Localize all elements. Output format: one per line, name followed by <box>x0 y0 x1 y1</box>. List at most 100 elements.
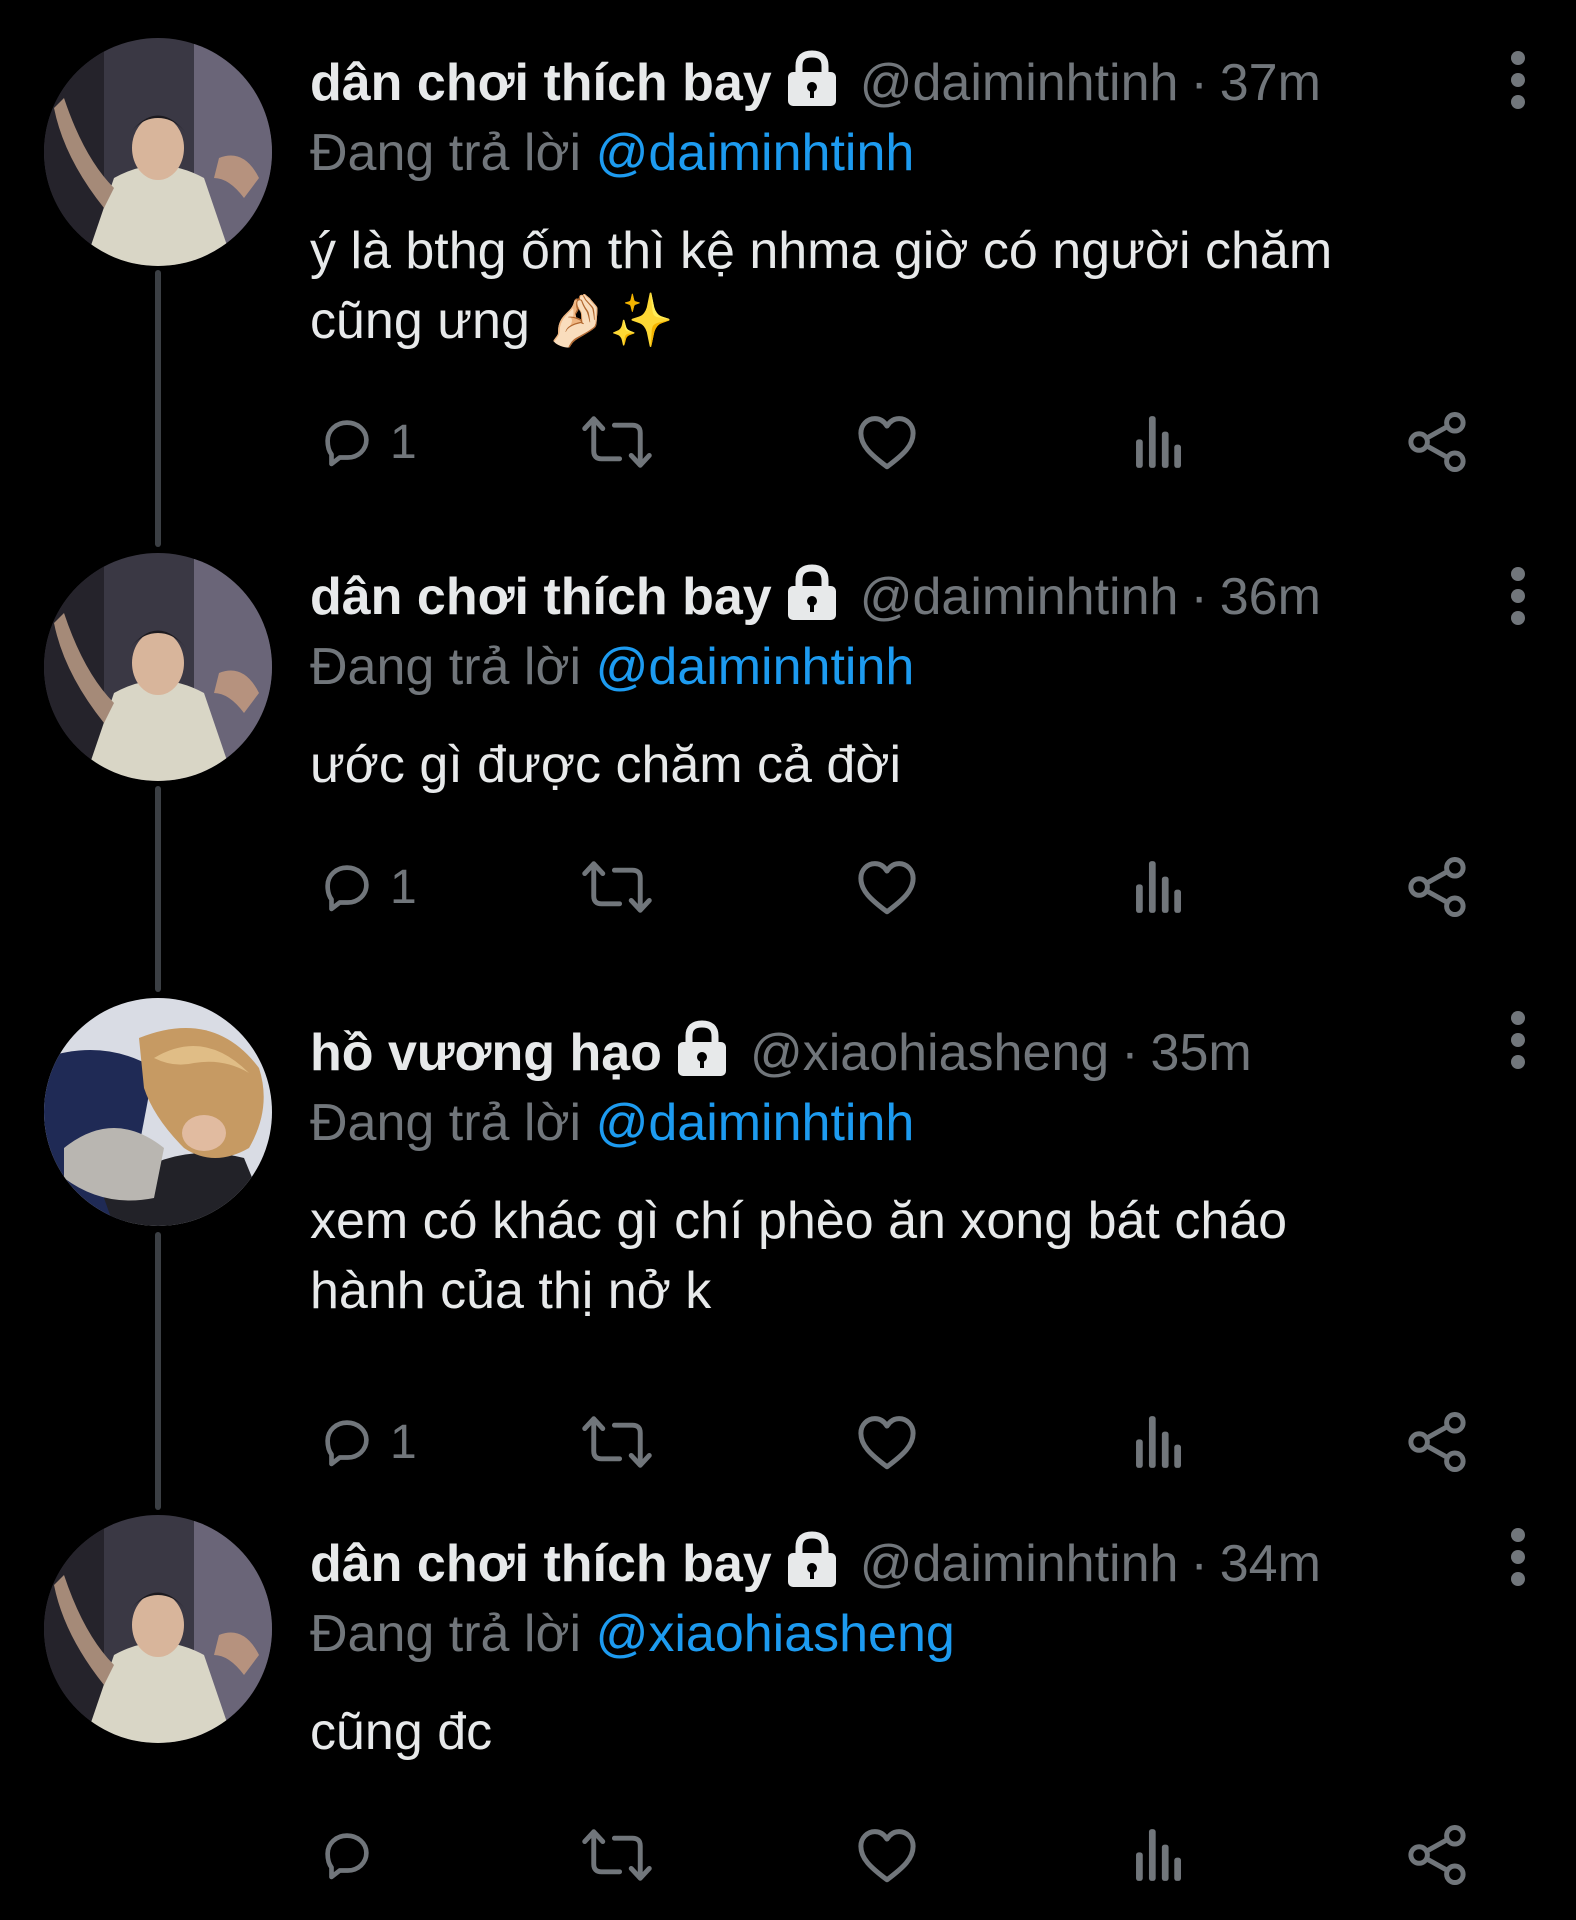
reply-context: Đang trả lời @daiminhtinh <box>310 632 1516 702</box>
reply-count: 1 <box>390 1415 417 1469</box>
views-button[interactable] <box>1132 1815 1184 1895</box>
separator: · <box>1190 568 1208 626</box>
lock-icon <box>782 1531 842 1589</box>
avatar-image <box>44 998 272 1226</box>
retweet-icon <box>582 1829 652 1881</box>
separator: · <box>1121 1024 1139 1082</box>
views-button[interactable] <box>1132 1402 1184 1482</box>
share-icon <box>1408 1825 1466 1885</box>
avatar[interactable] <box>44 553 272 781</box>
share-button[interactable] <box>1404 402 1470 482</box>
analytics-icon <box>1136 416 1181 468</box>
retweet-button[interactable] <box>578 402 656 482</box>
reply-mention-link[interactable]: @xiaohiasheng <box>596 1605 955 1663</box>
reply-mention-link[interactable]: @daiminhtinh <box>596 124 915 182</box>
reply-prefix: Đang trả lời <box>310 124 582 182</box>
reply-icon <box>325 420 369 467</box>
tweet[interactable]: dân chơi thích bay @daiminhtinh · 37m Đa… <box>0 0 1576 515</box>
handle[interactable]: @xiaohiasheng <box>750 1018 1109 1088</box>
timestamp[interactable]: 36m <box>1220 562 1321 632</box>
reply-button[interactable]: 1 <box>316 847 417 927</box>
retweet-button[interactable] <box>578 1815 656 1895</box>
reply-mention-link[interactable]: @daiminhtinh <box>596 1094 915 1152</box>
analytics-icon <box>1136 861 1181 913</box>
reply-prefix: Đang trả lời <box>310 638 582 696</box>
tweet-header: dân chơi thích bay @daiminhtinh · 34m <box>310 1529 1516 1599</box>
tweet-text: cũng đc <box>310 1703 493 1761</box>
timestamp[interactable]: 34m <box>1220 1529 1321 1599</box>
tweet[interactable]: dân chơi thích bay @daiminhtinh · 34m Đa… <box>0 1485 1576 1920</box>
avatar[interactable] <box>44 998 272 1226</box>
more-options-icon[interactable] <box>1508 566 1528 626</box>
more-options-icon[interactable] <box>1508 1527 1528 1587</box>
reply-mention-link[interactable]: @daiminhtinh <box>596 638 915 696</box>
avatar[interactable] <box>44 1515 272 1743</box>
tweet[interactable]: hồ vương hạo @xiaohiasheng · 35m Đang tr… <box>0 970 1576 1485</box>
tweet-header: dân chơi thích bay @daiminhtinh · 36m <box>310 562 1516 632</box>
avatar-image <box>44 1515 272 1743</box>
tweet-header: hồ vương hạo @xiaohiasheng · 35m <box>310 1018 1516 1088</box>
action-bar: 1 <box>310 847 1490 927</box>
action-bar: 1 <box>310 402 1490 482</box>
timestamp[interactable]: 35m <box>1151 1018 1252 1088</box>
share-icon <box>1408 1412 1466 1472</box>
like-button[interactable] <box>854 1815 920 1895</box>
timestamp[interactable]: 37m <box>1220 48 1321 118</box>
reply-count: 1 <box>390 860 417 914</box>
reply-prefix: Đang trả lời <box>310 1094 582 1152</box>
reply-icon <box>325 1420 369 1467</box>
reply-count: 1 <box>390 415 417 469</box>
retweet-icon <box>582 416 652 468</box>
views-button[interactable] <box>1132 847 1184 927</box>
heart-icon <box>858 416 916 470</box>
avatar-image <box>44 553 272 781</box>
reply-context: Đang trả lời @xiaohiasheng <box>310 1599 1516 1669</box>
more-options-icon[interactable] <box>1508 50 1528 110</box>
tweet-text: ước gì được chăm cả đời <box>310 736 901 794</box>
heart-icon <box>858 1416 916 1470</box>
retweet-button[interactable] <box>578 847 656 927</box>
analytics-icon <box>1136 1416 1181 1468</box>
reply-icon <box>325 1833 369 1880</box>
tweet-text: xem có khác gì chí phèo ăn xong bát cháo… <box>310 1192 1288 1320</box>
views-button[interactable] <box>1132 402 1184 482</box>
display-name[interactable]: dân chơi thích bay <box>310 1529 772 1599</box>
reply-prefix: Đang trả lời <box>310 1605 582 1663</box>
tweet-header: dân chơi thích bay @daiminhtinh · 37m <box>310 48 1516 118</box>
tweet-thread: dân chơi thích bay @daiminhtinh · 37m Đa… <box>0 0 1576 1920</box>
reply-button[interactable] <box>316 1815 390 1895</box>
tweet-text: ý là bthg ốm thì kệ nhma giờ có người ch… <box>310 222 1333 350</box>
share-button[interactable] <box>1404 1815 1470 1895</box>
reply-button[interactable]: 1 <box>316 402 417 482</box>
action-bar: 1 <box>310 1402 1490 1482</box>
heart-icon <box>858 861 916 915</box>
heart-icon <box>858 1829 916 1883</box>
avatar[interactable] <box>44 38 272 266</box>
share-icon <box>1408 412 1466 472</box>
lock-icon <box>672 1020 732 1078</box>
reply-context: Đang trả lời @daiminhtinh <box>310 118 1516 188</box>
handle[interactable]: @daiminhtinh <box>860 1529 1179 1599</box>
share-button[interactable] <box>1404 1402 1470 1482</box>
display-name[interactable]: dân chơi thích bay <box>310 562 772 632</box>
handle[interactable]: @daiminhtinh <box>860 562 1179 632</box>
handle[interactable]: @daiminhtinh <box>860 48 1179 118</box>
tweet[interactable]: dân chơi thích bay @daiminhtinh · 36m Đa… <box>0 515 1576 970</box>
retweet-button[interactable] <box>578 1402 656 1482</box>
like-button[interactable] <box>854 847 920 927</box>
reply-button[interactable]: 1 <box>316 1402 417 1482</box>
action-bar <box>310 1815 1490 1895</box>
separator: · <box>1190 1535 1208 1593</box>
analytics-icon <box>1136 1829 1181 1881</box>
like-button[interactable] <box>854 402 920 482</box>
reply-context: Đang trả lời @daiminhtinh <box>310 1088 1516 1158</box>
like-button[interactable] <box>854 1402 920 1482</box>
more-options-icon[interactable] <box>1508 1010 1528 1070</box>
retweet-icon <box>582 861 652 913</box>
display-name[interactable]: hồ vương hạo <box>310 1018 662 1088</box>
share-button[interactable] <box>1404 847 1470 927</box>
display-name[interactable]: dân chơi thích bay <box>310 48 772 118</box>
lock-icon <box>782 564 842 622</box>
lock-icon <box>782 50 842 108</box>
share-icon <box>1408 857 1466 917</box>
